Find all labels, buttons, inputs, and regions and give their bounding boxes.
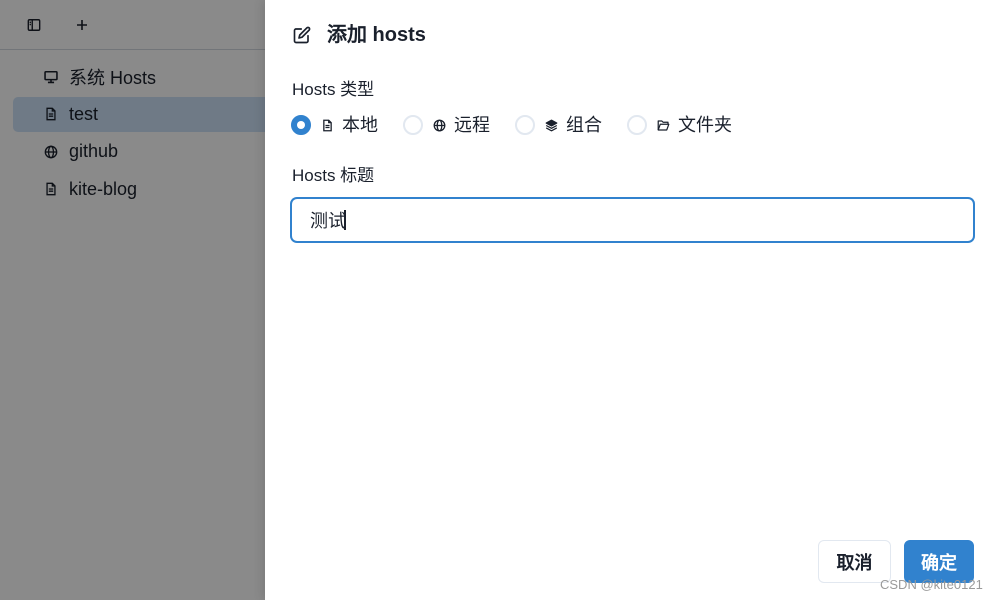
hosts-title-field	[291, 198, 974, 242]
watermark: CSDN @kite0121	[880, 577, 983, 592]
radio-option-label: 本地	[342, 115, 378, 135]
radio-button[interactable]	[627, 115, 647, 135]
radio-button[interactable]	[515, 115, 535, 135]
drawer-title: 添加 hosts	[327, 24, 426, 46]
radio-option-label: 组合	[566, 115, 602, 135]
radio-option-label: 文件夹	[678, 115, 732, 135]
radio-option-label: 远程	[454, 115, 490, 135]
radio-button[interactable]	[291, 115, 311, 135]
radio-option-folder[interactable]: 文件夹	[627, 115, 739, 135]
hosts-title-input[interactable]	[291, 198, 974, 242]
hosts-type-radio-group: 本地 远程 组合 文件夹	[291, 115, 739, 135]
radio-option-remote[interactable]: 远程	[403, 115, 515, 135]
layers-icon	[545, 119, 558, 131]
text-cursor	[344, 210, 346, 230]
file-icon	[323, 119, 332, 131]
edit-icon	[293, 26, 311, 44]
radio-option-group[interactable]: 组合	[515, 115, 627, 135]
add-hosts-drawer: 添加 hosts Hosts 类型 本地 远程 组合 文件夹 Hosts 标题 …	[265, 0, 1000, 600]
hosts-type-label: Hosts 类型	[292, 80, 375, 99]
folder-open-icon	[657, 119, 670, 131]
hosts-title-label: Hosts 标题	[292, 166, 375, 185]
globe-icon	[433, 119, 446, 131]
radio-option-local[interactable]: 本地	[291, 115, 403, 135]
radio-button[interactable]	[403, 115, 423, 135]
